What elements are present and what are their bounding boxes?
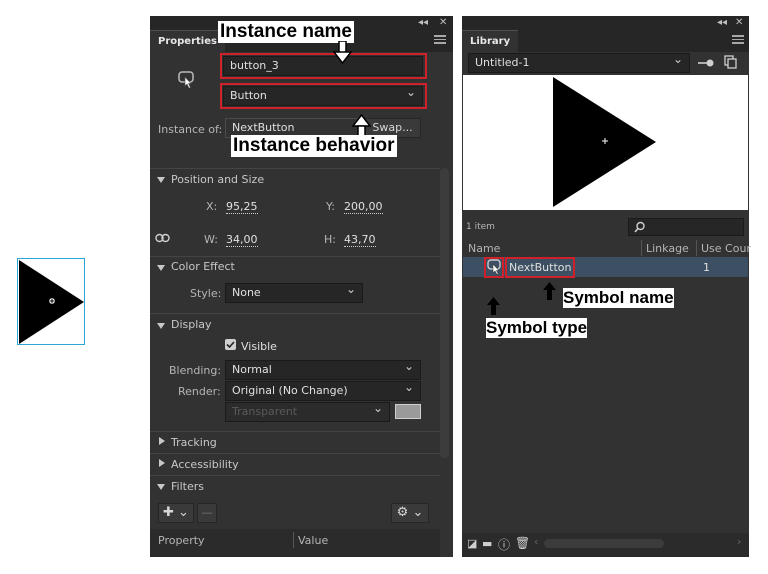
library-hscrollbar[interactable] — [544, 539, 664, 548]
library-search-input[interactable] — [628, 218, 744, 236]
panel-topbar — [462, 16, 749, 30]
transparent-dropdown: Transparent — [225, 399, 390, 422]
column-linkage[interactable]: Linkage — [646, 242, 689, 255]
w-value[interactable]: 34,00 — [226, 233, 258, 247]
y-label: Y: — [326, 200, 335, 213]
pin-library-icon[interactable] — [697, 57, 715, 69]
filter-options-gear-icon[interactable]: ⚙ ⌄ — [391, 503, 429, 523]
column-use-count[interactable]: Use Cour — [701, 242, 751, 255]
instance-behavior-dropdown[interactable]: Button — [223, 83, 423, 106]
background-color-swatch[interactable] — [395, 404, 421, 419]
position-size-header[interactable]: Position and Size — [171, 173, 264, 186]
x-value[interactable]: 95,25 — [226, 200, 258, 214]
collapse-panel-button[interactable]: ◂◂ — [717, 16, 727, 30]
close-panel-button[interactable]: ✕ — [439, 16, 447, 30]
stage-button-instance[interactable] — [17, 258, 85, 345]
scroll-right-icon[interactable]: › — [737, 535, 741, 548]
annotation-symbol-name: Symbol name — [563, 288, 674, 308]
annotation-instance-name: Instance name — [218, 21, 354, 43]
annotation-instance-behavior: Instance behavior — [231, 135, 397, 157]
column-name[interactable]: Name — [468, 242, 500, 255]
arrow-up-annotation — [543, 282, 556, 300]
expand-triangle-icon[interactable] — [159, 459, 165, 467]
trash-icon[interactable]: 🗑 — [515, 536, 530, 550]
search-icon — [634, 221, 645, 233]
info-icon[interactable]: ⓘ — [498, 536, 510, 553]
color-effect-header[interactable]: Color Effect — [171, 260, 235, 273]
arrow-up-annotation — [487, 297, 500, 315]
display-header[interactable]: Display — [171, 318, 212, 331]
new-folder-icon[interactable]: ▬ — [482, 537, 492, 550]
symbol-preview — [463, 75, 748, 210]
button-symbol-icon — [178, 71, 194, 89]
scroll-left-icon[interactable]: ‹ — [534, 535, 538, 548]
filter-property-column: Property — [158, 534, 205, 547]
tab-library[interactable]: Library — [462, 30, 519, 52]
properties-scrollbar[interactable] — [440, 168, 449, 458]
render-label: Render: — [178, 385, 221, 398]
filter-value-column: Value — [298, 534, 329, 547]
new-symbol-icon[interactable]: ◪ — [467, 537, 477, 550]
instance-name-input[interactable]: button_3 — [223, 56, 423, 76]
library-item-use-count: 1 — [703, 261, 710, 274]
tracking-header[interactable]: Tracking — [171, 436, 217, 449]
close-panel-button[interactable]: ✕ — [735, 16, 743, 30]
new-library-panel-icon[interactable] — [724, 55, 738, 69]
filters-header[interactable]: Filters — [171, 480, 204, 493]
library-item-name[interactable]: NextButton — [509, 261, 571, 274]
collapse-triangle-icon[interactable] — [157, 177, 165, 183]
expand-triangle-icon[interactable] — [159, 437, 165, 445]
collapse-triangle-icon[interactable] — [157, 265, 165, 271]
render-dropdown[interactable]: Original (No Change) — [225, 378, 421, 401]
x-label: X: — [206, 200, 218, 213]
instance-of-label: Instance of: — [158, 123, 223, 136]
w-label: W: — [204, 233, 218, 246]
add-filter-button[interactable]: ✚ ⌄ — [158, 503, 194, 523]
arrow-down-annotation — [333, 41, 353, 65]
blending-label: Blending: — [169, 364, 222, 377]
y-value[interactable]: 200,00 — [344, 200, 383, 214]
collapse-panel-button[interactable]: ◂◂ — [418, 16, 428, 30]
library-panel: ◂◂ ✕ Library Untitled-1 1 item Name Link… — [462, 16, 751, 557]
h-label: H: — [324, 233, 336, 246]
visible-checkbox[interactable] — [225, 339, 236, 350]
visible-label: Visible — [241, 340, 277, 353]
blending-dropdown[interactable]: Normal — [225, 357, 421, 380]
h-value[interactable]: 43,70 — [344, 233, 376, 247]
panel-menu-icon[interactable] — [434, 35, 446, 44]
button-symbol-icon — [487, 259, 501, 275]
accessibility-header[interactable]: Accessibility — [171, 458, 239, 471]
triangle-symbol-shape — [19, 260, 84, 344]
style-label: Style: — [190, 287, 222, 300]
tab-properties[interactable]: Properties — [150, 30, 225, 52]
properties-panel: ◂◂ ✕ Properties button_3 Button Instance… — [150, 16, 453, 557]
style-dropdown[interactable]: None — [225, 280, 363, 303]
collapse-triangle-icon[interactable] — [157, 323, 165, 329]
library-item-count: 1 item — [466, 222, 495, 232]
link-icon[interactable] — [155, 233, 171, 243]
collapse-triangle-icon[interactable] — [157, 484, 165, 490]
panel-menu-icon[interactable] — [732, 35, 744, 44]
remove-filter-button[interactable]: — — [197, 503, 217, 523]
library-document-dropdown[interactable]: Untitled-1 — [468, 50, 690, 73]
annotation-symbol-type: Symbol type — [486, 318, 588, 338]
